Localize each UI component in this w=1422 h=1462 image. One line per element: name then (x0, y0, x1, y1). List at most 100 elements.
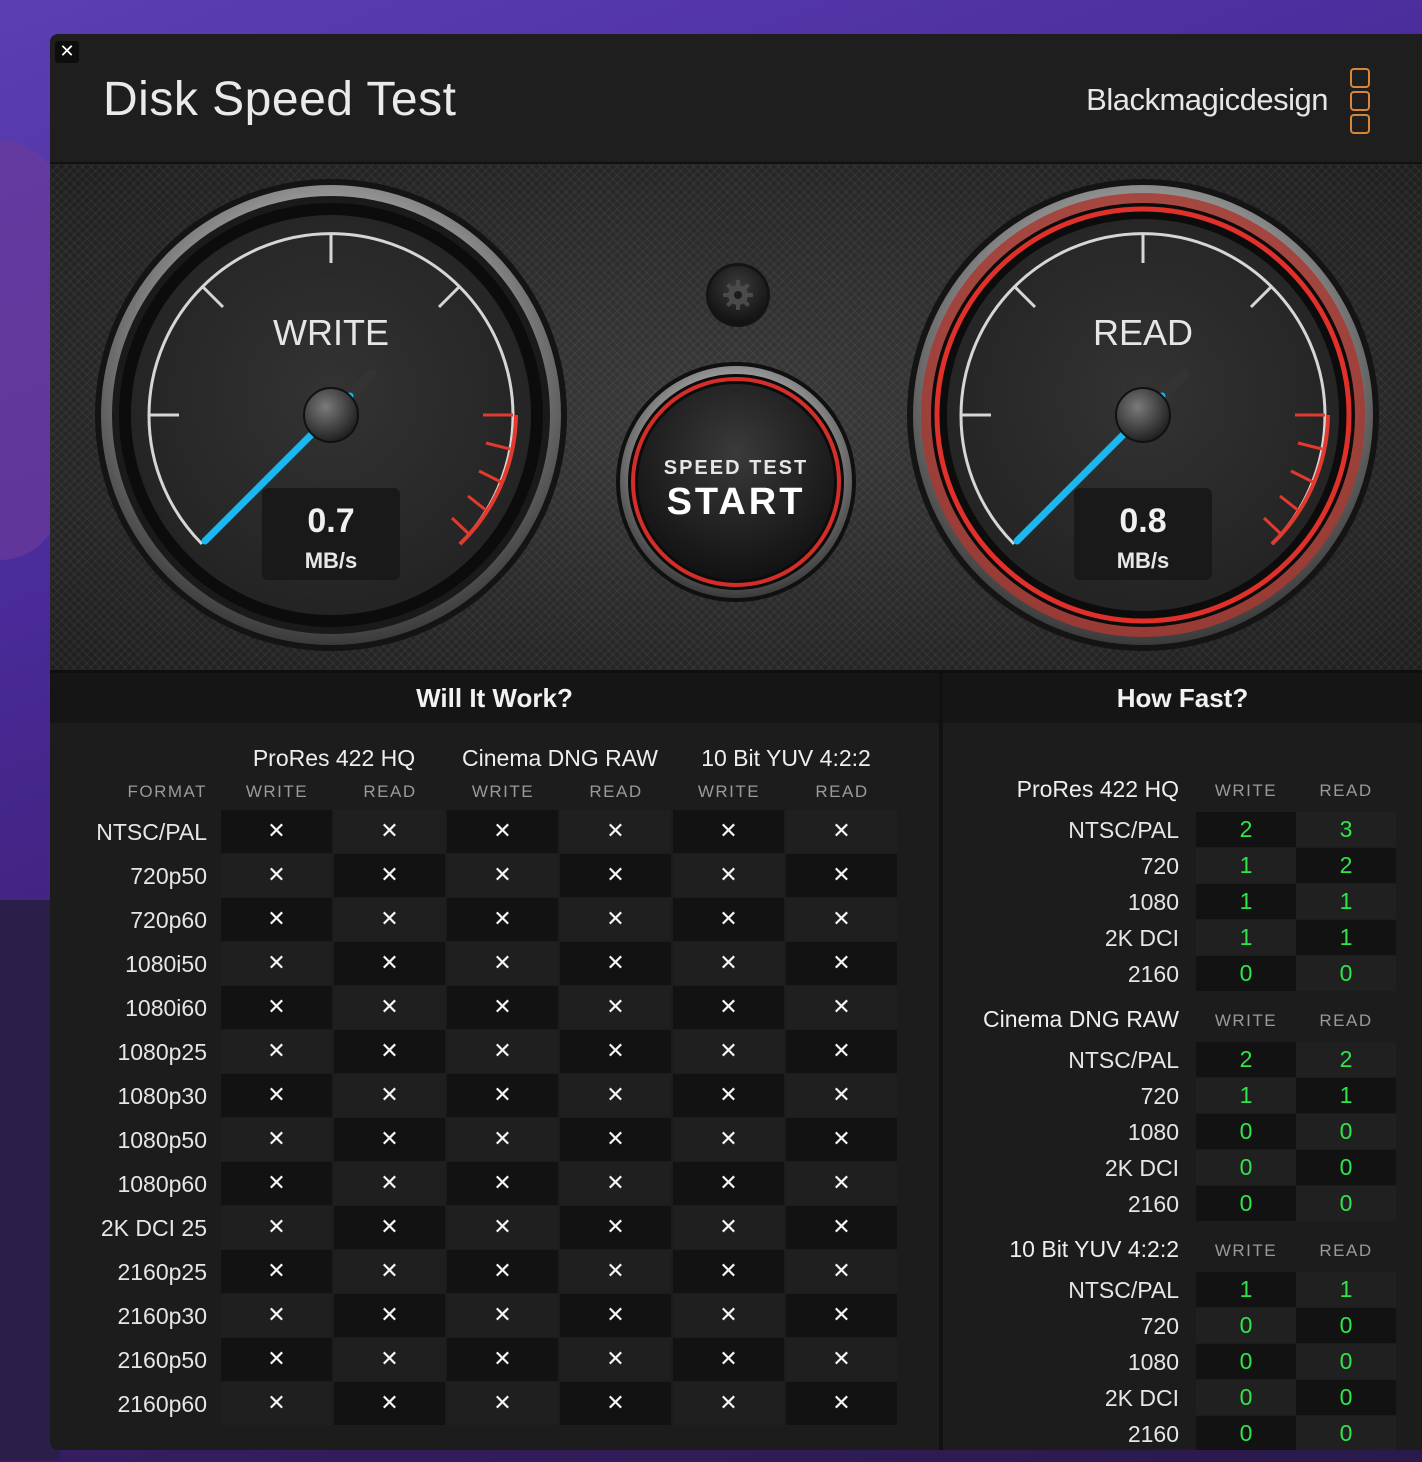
result-cell: ✕ (673, 1030, 784, 1073)
result-cell: ✕ (221, 1162, 332, 1205)
read-speed-value: 0 (1296, 1308, 1396, 1343)
blackmagic-logo-icon (1350, 68, 1370, 137)
read-column-header: READ (1319, 1241, 1373, 1260)
format-label: NTSC/PAL (96, 819, 207, 845)
result-cell: ✕ (447, 1338, 558, 1381)
settings-button[interactable] (706, 263, 770, 327)
result-cell: ✕ (560, 854, 671, 897)
write-unit: MB/s (305, 548, 358, 573)
read-column-header: READ (1319, 1011, 1373, 1030)
result-cell: ✕ (334, 1074, 445, 1117)
result-cell: ✕ (560, 1162, 671, 1205)
how-fast-row-label: 2160 (1127, 1421, 1179, 1447)
result-cell: ✕ (786, 854, 897, 897)
result-cell: ✕ (447, 1162, 558, 1205)
result-cell: ✕ (447, 1382, 558, 1425)
result-cell: ✕ (673, 1250, 784, 1293)
format-label: 1080p50 (117, 1127, 207, 1153)
app-window: ✕ Disk Speed Test Blackmagicdesign WRITE… (50, 34, 1422, 1450)
how-fast-row-label: 2K DCI (1104, 1385, 1179, 1411)
result-cell: ✕ (221, 986, 332, 1029)
write-speed-value: 1 (1196, 920, 1296, 955)
title-bar: ✕ Disk Speed Test Blackmagicdesign (50, 34, 1422, 164)
result-cell: ✕ (673, 942, 784, 985)
codec-header: ProRes 422 HQ (252, 745, 416, 771)
start-button-line1: SPEED TEST (664, 457, 808, 479)
how-fast-row-label: 1080 (1127, 1119, 1179, 1145)
result-cell: ✕ (221, 1206, 332, 1249)
result-cell: ✕ (560, 1118, 671, 1161)
result-cell: ✕ (334, 1250, 445, 1293)
result-cell: ✕ (221, 898, 332, 941)
close-icon[interactable]: ✕ (55, 41, 79, 63)
result-cell: ✕ (334, 1030, 445, 1073)
result-cell: ✕ (334, 1206, 445, 1249)
read-unit: MB/s (1117, 548, 1170, 573)
result-cell: ✕ (334, 1382, 445, 1425)
write-column-header: WRITE (1214, 781, 1278, 800)
how-fast-row-label: 1080 (1127, 889, 1179, 915)
result-cell: ✕ (786, 810, 897, 853)
read-speed-value: 1 (1296, 1078, 1396, 1113)
result-cell: ✕ (673, 854, 784, 897)
result-cell: ✕ (673, 1074, 784, 1117)
write-gauge: WRITE 0.7 MB/s (95, 179, 567, 651)
read-gauge-label: READ (1093, 312, 1193, 353)
results-panel: Will It Work? How Fast? ProRes 422 HQ Cin… (50, 673, 1422, 1450)
result-cell: ✕ (334, 1338, 445, 1381)
write-speed-value: 0 (1196, 1344, 1296, 1379)
read-speed-value: 2 (1296, 1042, 1396, 1077)
how-fast-row-label: 720 (1140, 853, 1179, 879)
result-cell: ✕ (447, 1206, 558, 1249)
write-column-header: WRITE (471, 782, 535, 801)
will-it-work-title: Will It Work? (50, 673, 939, 723)
write-value: 0.7 (307, 502, 354, 540)
result-cell: ✕ (673, 1206, 784, 1249)
read-speed-value: 0 (1296, 1150, 1396, 1185)
read-column-header: READ (363, 782, 417, 801)
start-button[interactable]: SPEED TEST START (616, 362, 856, 602)
result-cell: ✕ (786, 986, 897, 1029)
read-speed-value: 2 (1296, 848, 1396, 883)
how-fast-row-label: NTSC/PAL (1068, 817, 1179, 843)
how-fast-row-label: 2160 (1127, 961, 1179, 987)
write-speed-value: 1 (1196, 884, 1296, 919)
result-cell: ✕ (334, 898, 445, 941)
read-speed-value: 0 (1296, 956, 1396, 991)
result-cell: ✕ (560, 1382, 671, 1425)
result-cell: ✕ (447, 942, 558, 985)
read-speed-value: 1 (1296, 1272, 1396, 1307)
result-cell: ✕ (786, 1030, 897, 1073)
result-cell: ✕ (221, 854, 332, 897)
result-cell: ✕ (221, 1338, 332, 1381)
read-speed-value: 3 (1296, 812, 1396, 847)
result-cell: ✕ (221, 1294, 332, 1337)
write-column-header: WRITE (1214, 1011, 1278, 1030)
result-cell: ✕ (673, 1382, 784, 1425)
result-cell: ✕ (786, 1294, 897, 1337)
how-fast-row-label: 2160 (1127, 1191, 1179, 1217)
result-cell: ✕ (786, 1382, 897, 1425)
result-cell: ✕ (221, 1074, 332, 1117)
result-cell: ✕ (560, 1030, 671, 1073)
result-cell: ✕ (334, 854, 445, 897)
read-speed-value: 1 (1296, 884, 1396, 919)
result-cell: ✕ (221, 942, 332, 985)
write-column-header: WRITE (245, 782, 309, 801)
result-cell: ✕ (560, 898, 671, 941)
result-cell: ✕ (447, 1074, 558, 1117)
result-cell: ✕ (786, 1118, 897, 1161)
how-fast-row-label: 2K DCI (1104, 1155, 1179, 1181)
result-cell: ✕ (334, 810, 445, 853)
brand-name: Blackmagicdesign (1086, 82, 1328, 117)
how-fast-row-label: NTSC/PAL (1068, 1047, 1179, 1073)
result-cell: ✕ (786, 898, 897, 941)
result-cell: ✕ (447, 810, 558, 853)
how-fast-group-title: 10 Bit YUV 4:2:2 (1009, 1236, 1179, 1262)
result-cell: ✕ (560, 1074, 671, 1117)
read-speed-value: 0 (1296, 1416, 1396, 1450)
write-speed-value: 2 (1196, 812, 1296, 847)
write-speed-value: 0 (1196, 1150, 1296, 1185)
write-speed-value: 1 (1196, 1272, 1296, 1307)
how-fast-title: How Fast? (943, 673, 1422, 723)
